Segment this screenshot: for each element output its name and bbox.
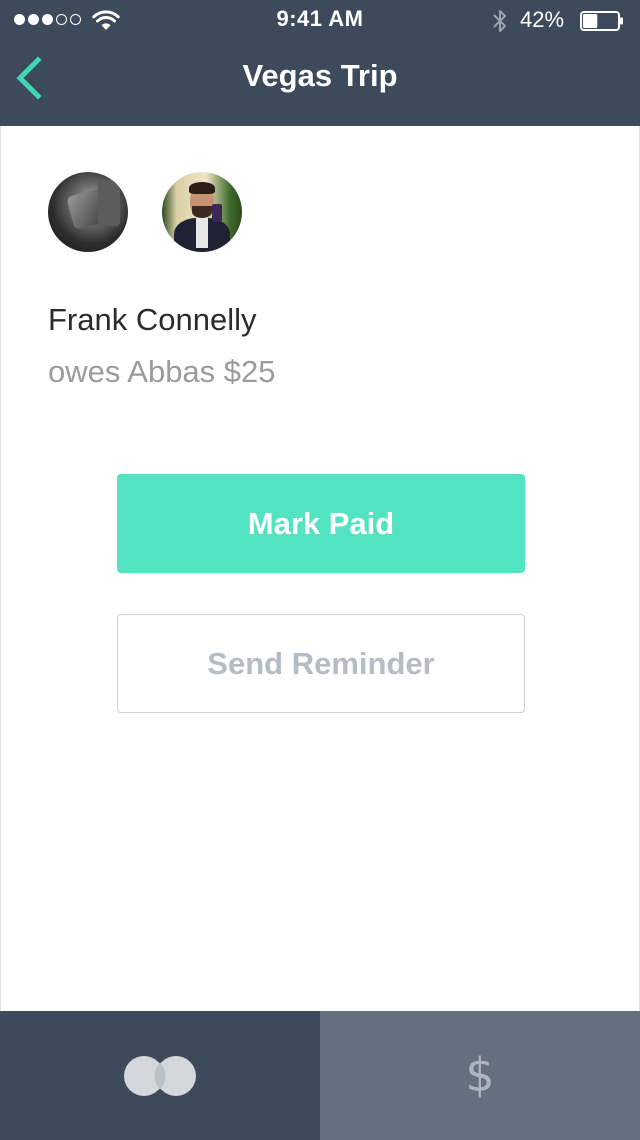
battery-percentage: 42% (520, 7, 565, 32)
bluetooth-icon (493, 10, 506, 32)
navigation-bar: Vegas Trip (0, 40, 640, 126)
page-title: Vegas Trip (242, 58, 398, 93)
send-reminder-button[interactable]: Send Reminder (117, 614, 525, 713)
tab-groups[interactable] (0, 1011, 320, 1140)
battery-icon (580, 11, 623, 31)
avatar-creditor (162, 172, 242, 252)
debt-description: owes Abbas $25 (48, 354, 276, 389)
app-screen: 9:41 AM 42% Vegas Trip Frank Connelly ow… (0, 0, 640, 1140)
avatar-debtor (48, 172, 128, 252)
status-bar: 9:41 AM 42% (0, 0, 640, 40)
overlapping-circles-icon (124, 1056, 196, 1096)
debt-detail: Frank Connelly owes Abbas $25 Mark Paid … (0, 126, 640, 1011)
mark-paid-button[interactable]: Mark Paid (117, 474, 525, 573)
debtor-name: Frank Connelly (48, 302, 257, 337)
header: 9:41 AM 42% Vegas Trip (0, 0, 640, 126)
tab-bar: $ (0, 1011, 640, 1140)
tab-payments[interactable]: $ (320, 1011, 640, 1140)
dollar-sign-icon: $ (465, 1048, 495, 1102)
